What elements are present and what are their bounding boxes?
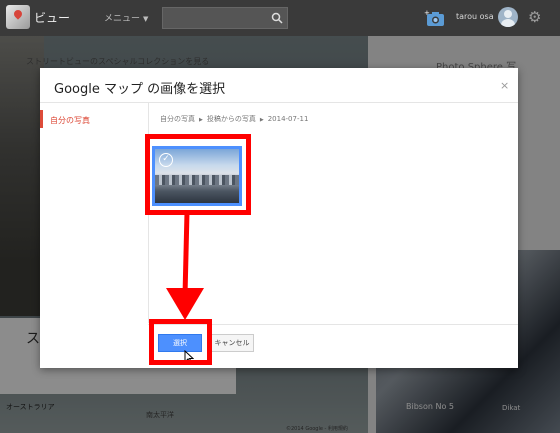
breadcrumb-item[interactable]: 自分の写真 [160,115,195,123]
breadcrumb-item[interactable]: 投稿からの写真 [207,115,256,123]
dialog-title: Google マップ の画像を選択 [54,82,226,97]
chevron-right-icon: ▶ [259,117,264,123]
dialog-divider [40,102,518,103]
close-icon[interactable]: × [500,79,509,92]
breadcrumb: 自分の写真 ▶ 投稿からの写真 ▶ 2014-07-11 [160,114,308,124]
cancel-button[interactable]: キャンセル [210,334,254,352]
sidebar-item-label: 自分の写真 [50,116,90,125]
top-bar: ビュー メニュー ▼ + tarou osa ⚙ [0,0,560,36]
sidebar-item-my-photos[interactable]: 自分の写真 [40,110,148,128]
chevron-right-icon: ▶ [199,117,203,123]
search-icon[interactable] [265,7,288,29]
image-select-dialog: Google マップ の画像を選択 × 自分の写真 自分の写真 ▶ 投稿からの写真 ▶… [40,68,518,368]
annotation-arrow-icon [166,212,204,320]
menu-button[interactable]: メニュー ▼ [104,11,148,24]
svg-text:+: + [424,9,430,17]
sidebar-active-indicator [40,110,43,128]
chevron-down-icon: ▼ [143,15,149,23]
menu-label: メニュー [104,14,141,24]
gear-icon[interactable]: ⚙ [528,8,541,26]
breadcrumb-item: 2014-07-11 [267,115,309,123]
map-pin-icon[interactable] [6,5,30,29]
annotation-highlight-photo [145,134,251,215]
app-title: ビュー [34,11,71,25]
username[interactable]: tarou osa [456,12,494,21]
avatar[interactable] [498,7,518,27]
camera-icon[interactable]: + [424,9,446,27]
annotation-highlight-select [149,319,212,365]
